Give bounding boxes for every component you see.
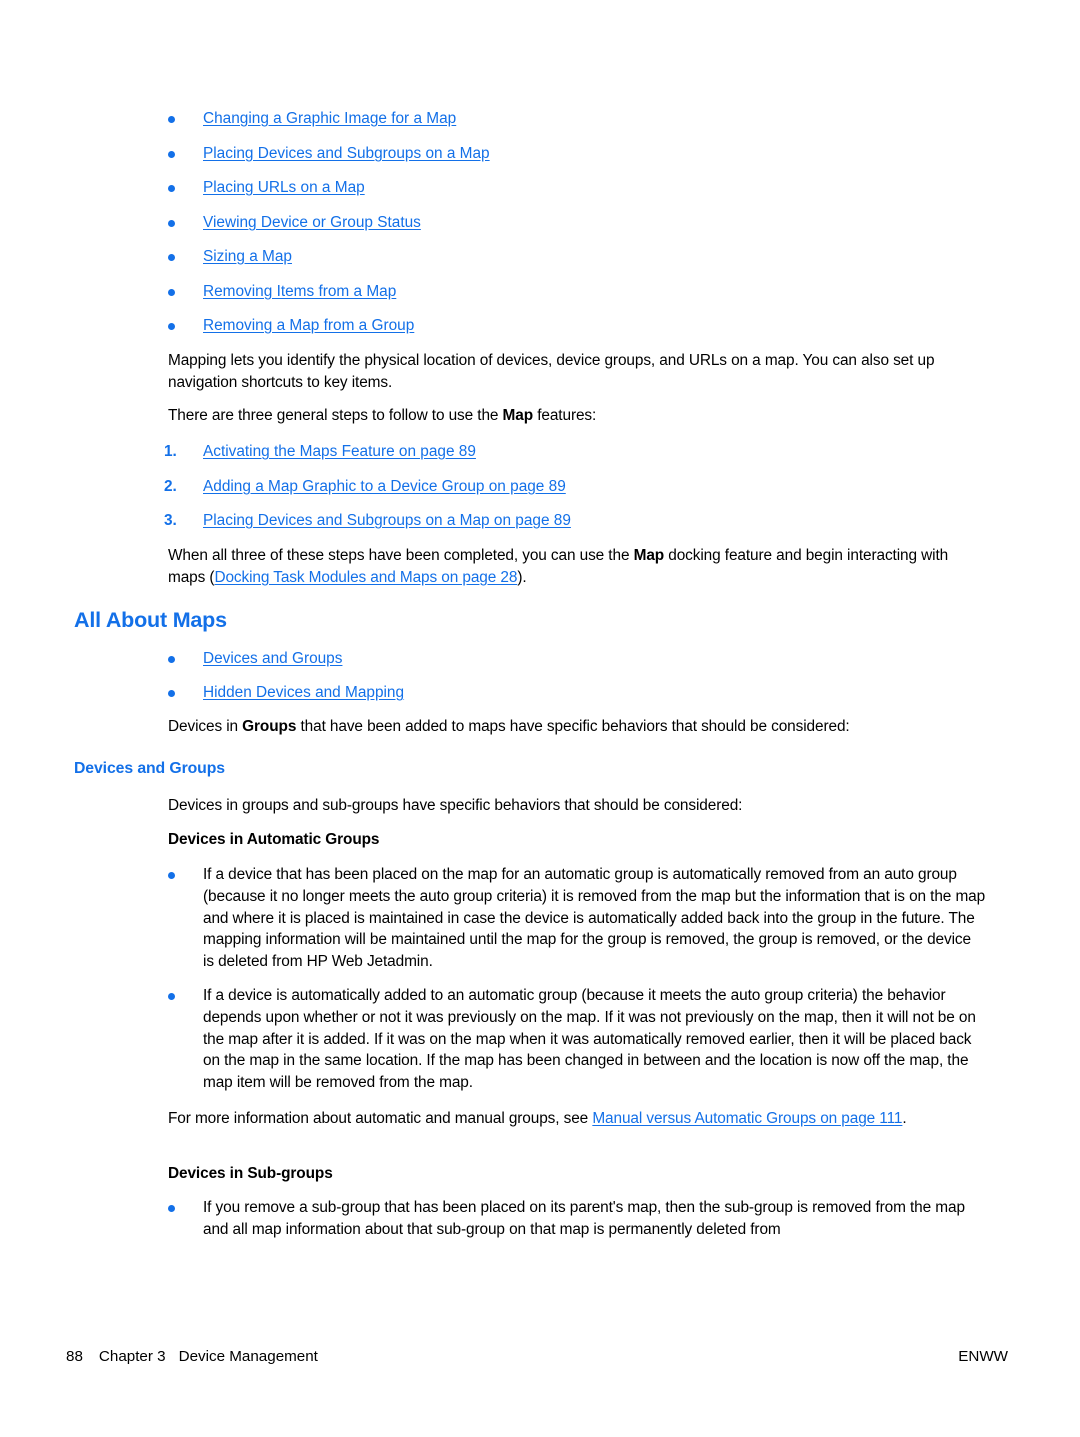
bullet-icon: [168, 289, 175, 296]
list-item[interactable]: Placing Devices and Subgroups on a Map: [168, 143, 988, 165]
devices-and-groups-intro: Devices in groups and sub-groups have sp…: [168, 797, 743, 814]
link-removing-a-map-from-a-group[interactable]: Removing a Map from a Group: [203, 315, 988, 337]
body-list-item-text: If you remove a sub-group that has been …: [203, 1199, 965, 1238]
groups-bold-term: Groups: [242, 718, 297, 735]
footer-chapter: Chapter 3: [98, 1348, 166, 1365]
page-footer: 88 Chapter 3 Device Management ENWW: [0, 1348, 1080, 1378]
bullet-icon: [168, 993, 175, 1000]
list-item[interactable]: Viewing Device or Group Status: [168, 212, 988, 234]
bullet-icon: [168, 323, 175, 330]
bullet-icon: [168, 690, 175, 697]
bullet-icon: [168, 116, 175, 123]
bullet-icon: [168, 656, 175, 663]
ordered-list-item[interactable]: 3. Placing Devices and Subgroups on a Ma…: [164, 510, 984, 532]
all-about-maps-lead: Devices in Groups that have been added t…: [168, 716, 986, 738]
link-docking-task-modules-and-maps[interactable]: Docking Task Modules and Maps on page 28: [214, 569, 517, 586]
body-list-item: If a device that has been placed on the …: [168, 864, 986, 973]
footer-page-number: 88: [66, 1348, 83, 1365]
link-placing-devices-and-subgroups-on-a-map-step[interactable]: Placing Devices and Subgroups on a Map o…: [203, 510, 984, 532]
map-bold-term-2: Map: [633, 547, 665, 564]
link-changing-a-graphic-image-for-a-map[interactable]: Changing a Graphic Image for a Map: [203, 108, 988, 130]
link-activating-the-maps-feature[interactable]: Activating the Maps Feature on page 89: [203, 441, 984, 463]
bullet-icon: [168, 151, 175, 158]
link-hidden-devices-and-mapping[interactable]: Hidden Devices and Mapping: [203, 682, 988, 704]
list-item[interactable]: Changing a Graphic Image for a Map: [168, 108, 988, 130]
bullet-icon: [168, 185, 175, 192]
lead-before: Devices in: [168, 718, 243, 735]
link-placing-urls-on-a-map[interactable]: Placing URLs on a Map: [203, 177, 988, 199]
map-bold-term: Map: [502, 407, 534, 424]
bullet-icon: [168, 1205, 175, 1212]
link-placing-devices-and-subgroups-on-a-map[interactable]: Placing Devices and Subgroups on a Map: [203, 143, 988, 165]
list-number: 2.: [164, 478, 177, 495]
intro-paragraph: Mapping lets you identify the physical l…: [168, 352, 935, 391]
section-heading-devices-and-groups: Devices and Groups: [74, 760, 225, 777]
list-number: 3.: [164, 512, 177, 529]
steps-lead-in: There are three general steps to follow …: [168, 405, 986, 427]
more-information-paragraph: For more information about automatic and…: [168, 1108, 986, 1130]
more-info-tail: .: [902, 1110, 907, 1127]
link-removing-items-from-a-map[interactable]: Removing Items from a Map: [203, 281, 988, 303]
link-devices-and-groups[interactable]: Devices and Groups: [203, 648, 988, 670]
list-item[interactable]: Removing Items from a Map: [168, 281, 988, 303]
subsection-heading-devices-in-sub-groups: Devices in Sub-groups: [168, 1165, 333, 1182]
body-list-item: If you remove a sub-group that has been …: [168, 1197, 986, 1241]
body-list-item-text: If a device is automatically added to an…: [203, 987, 976, 1092]
link-viewing-device-or-group-status[interactable]: Viewing Device or Group Status: [203, 212, 988, 234]
list-item[interactable]: Sizing a Map: [168, 246, 988, 268]
page-heading-all-about-maps: All About Maps: [74, 608, 227, 632]
after-steps-paragraph: When all three of these steps have been …: [168, 545, 986, 589]
body-list-item-text: If a device that has been placed on the …: [203, 866, 986, 971]
list-number: 1.: [164, 443, 177, 460]
link-adding-a-map-graphic-to-a-device-group[interactable]: Adding a Map Graphic to a Device Group o…: [203, 476, 984, 498]
list-item[interactable]: Removing a Map from a Group: [168, 315, 988, 337]
list-item[interactable]: Hidden Devices and Mapping: [168, 682, 988, 704]
bullet-icon: [168, 872, 175, 879]
footer-chapter-title: Device Management: [178, 1348, 318, 1365]
ordered-list-item[interactable]: 2. Adding a Map Graphic to a Device Grou…: [164, 476, 984, 498]
after-steps-before: When all three of these steps have been …: [168, 547, 634, 564]
document-page: Changing a Graphic Image for a Map Placi…: [0, 0, 1080, 1437]
footer-locale: ENWW: [958, 1348, 1008, 1365]
after-steps-tail: ).: [517, 568, 527, 586]
subsection-heading-devices-in-automatic-groups: Devices in Automatic Groups: [168, 831, 380, 848]
bullet-icon: [168, 254, 175, 261]
link-manual-versus-automatic-groups[interactable]: Manual versus Automatic Groups on page 1…: [592, 1110, 902, 1127]
steps-lead-before: There are three general steps to follow …: [168, 407, 503, 424]
lead-after: that have been added to maps have specif…: [296, 718, 850, 735]
steps-lead-after: features:: [533, 407, 597, 424]
bullet-icon: [168, 220, 175, 227]
more-info-before: For more information about automatic and…: [168, 1110, 593, 1127]
ordered-list-item[interactable]: 1. Activating the Maps Feature on page 8…: [164, 441, 984, 463]
footer-left: 88 Chapter 3 Device Management: [66, 1348, 318, 1365]
list-item[interactable]: Placing URLs on a Map: [168, 177, 988, 199]
link-sizing-a-map[interactable]: Sizing a Map: [203, 246, 988, 268]
body-list-item: If a device is automatically added to an…: [168, 985, 986, 1094]
list-item[interactable]: Devices and Groups: [168, 648, 988, 670]
